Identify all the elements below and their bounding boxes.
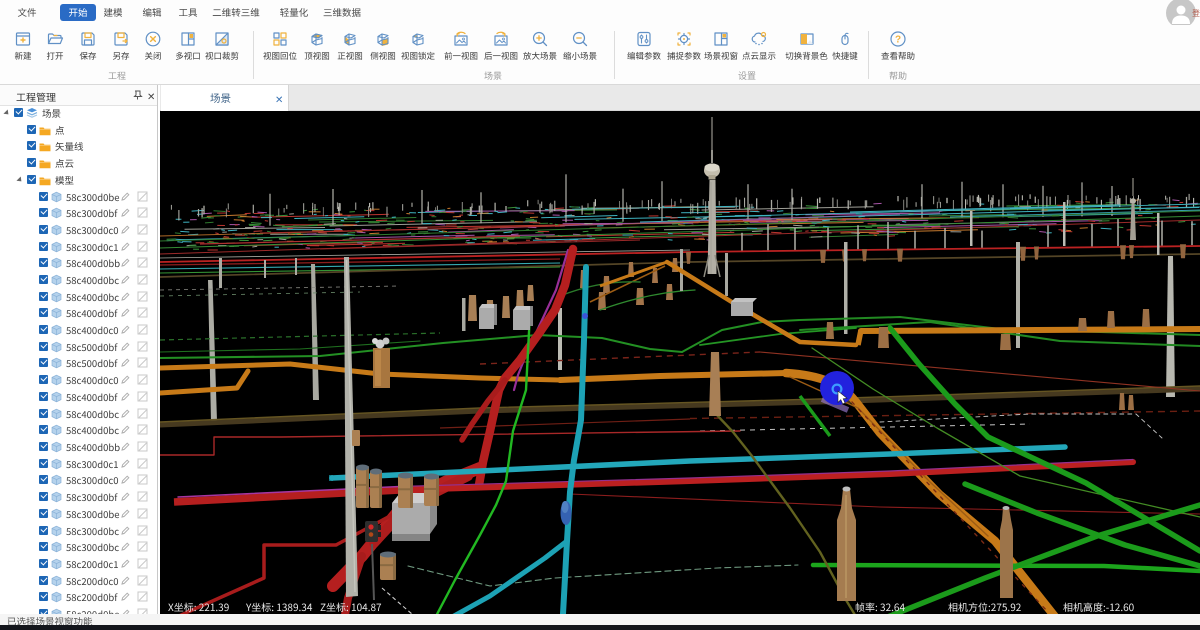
svg-text:?: ?: [895, 35, 901, 46]
svg-text:相机高度:-12.60: 相机高度:-12.60: [1063, 599, 1135, 614]
svg-text:帧率: 32.64: 帧率: 32.64: [855, 599, 905, 614]
svg-text:Z坐标: 104.87: Z坐标: 104.87: [320, 599, 382, 614]
svg-text:Y坐标: 1389.34: Y坐标: 1389.34: [245, 599, 313, 614]
svg-text:相机方位:275.92: 相机方位:275.92: [948, 599, 1022, 614]
svg-text:X坐标: 221.39: X坐标: 221.39: [168, 599, 229, 614]
